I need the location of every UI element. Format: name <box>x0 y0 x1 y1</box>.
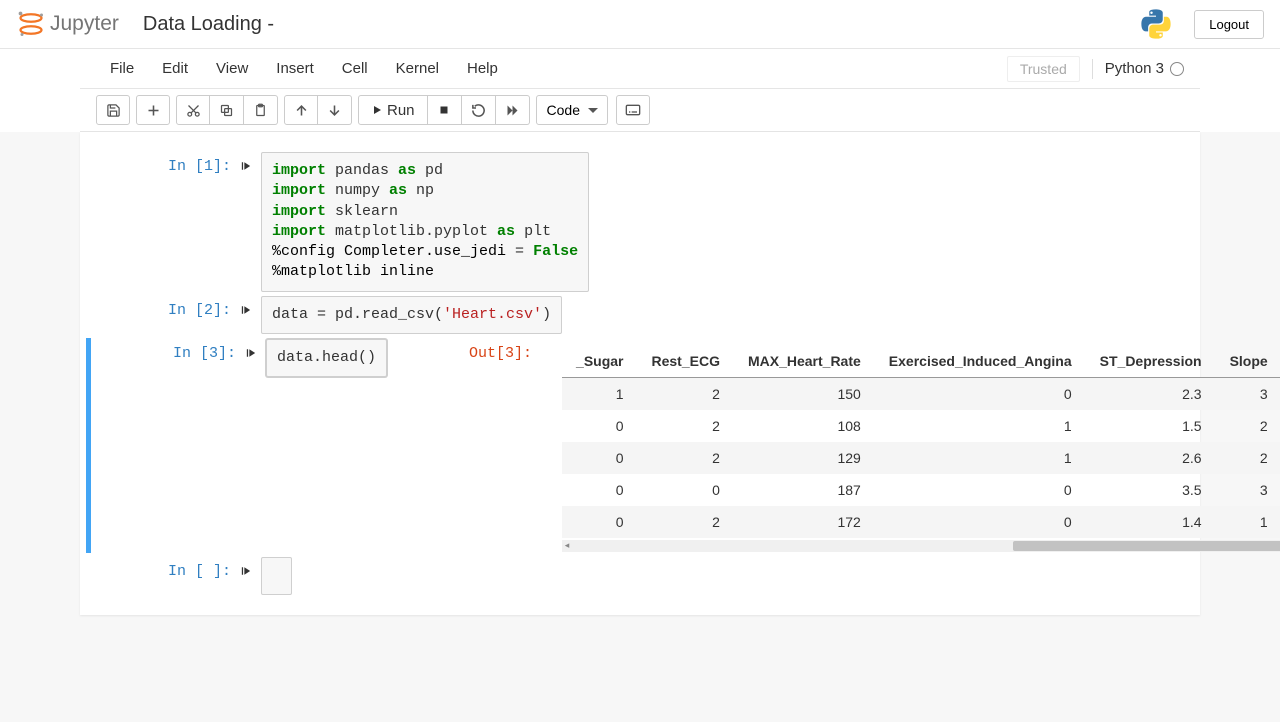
menu-view[interactable]: View <box>202 52 262 85</box>
dataframe-table: _SugarRest_ECGMAX_Heart_RateExercised_In… <box>562 345 1280 538</box>
table-cell: 2 <box>1216 410 1280 442</box>
restart-button[interactable] <box>462 95 496 125</box>
menu-cell[interactable]: Cell <box>328 52 382 85</box>
cell-type-select[interactable]: Code <box>536 95 608 125</box>
table-cell: 1.5 <box>1086 410 1216 442</box>
table-cell: 1 <box>875 442 1086 474</box>
copy-button[interactable] <box>210 95 244 125</box>
notebook-name[interactable]: Data Loading - <box>143 13 274 36</box>
table-cell: 2 <box>638 377 734 410</box>
command-palette-button[interactable] <box>616 95 650 125</box>
menubar: FileEditViewInsertCellKernelHelp Trusted… <box>80 49 1200 89</box>
kernel-name[interactable]: Python 3 <box>1105 60 1164 77</box>
run-cell-icon[interactable] <box>241 296 261 316</box>
table-cell: 0 <box>875 474 1086 506</box>
code-input[interactable]: data = pd.read_csv('Heart.csv') <box>261 296 562 334</box>
menu-help[interactable]: Help <box>453 52 512 85</box>
table-cell: 2 <box>638 442 734 474</box>
trusted-indicator[interactable]: Trusted <box>1007 56 1080 82</box>
python-logo-icon <box>1138 6 1174 42</box>
code-cell[interactable]: In [3]: data.head() Out[3]: _SugarRest_ECGM… <box>86 338 1194 553</box>
run-cell-icon[interactable] <box>241 557 261 577</box>
jupyter-logo[interactable]: Jupyter <box>16 9 133 39</box>
table-cell: 2.3 <box>1086 377 1216 410</box>
output-area: _SugarRest_ECGMAX_Heart_RateExercised_In… <box>562 339 1280 552</box>
table-header: Exercised_Induced_Angina <box>875 345 1086 378</box>
table-cell: 0 <box>562 442 637 474</box>
table-cell: 129 <box>734 442 875 474</box>
toolbar: Run Code <box>80 89 1200 132</box>
menu-kernel[interactable]: Kernel <box>382 52 453 85</box>
table-cell: 0 <box>562 410 637 442</box>
add-cell-button[interactable] <box>136 95 170 125</box>
table-cell: 1 <box>875 410 1086 442</box>
code-cell[interactable]: In [2]: data = pd.read_csv('Heart.csv') <box>86 296 1194 334</box>
interrupt-button[interactable] <box>428 95 462 125</box>
table-header: MAX_Heart_Rate <box>734 345 875 378</box>
notebook-container: In [1]: import pandas as pd import numpy … <box>0 132 1280 722</box>
output-prompt: Out[3]: <box>469 339 542 368</box>
code-input[interactable]: data.head() <box>266 339 387 377</box>
table-cell: 3.5 <box>1086 474 1216 506</box>
table-cell: 0 <box>875 506 1086 538</box>
table-header: Rest_ECG <box>638 345 734 378</box>
code-input[interactable] <box>261 557 292 595</box>
table-cell: 3 <box>1216 474 1280 506</box>
table-cell: 0 <box>638 474 734 506</box>
kernel-status-icon <box>1170 62 1184 76</box>
code-cell[interactable]: In [ ]: <box>86 557 1194 595</box>
paste-button[interactable] <box>244 95 278 125</box>
menu-edit[interactable]: Edit <box>148 52 202 85</box>
notebook-header: Jupyter Data Loading - Logout <box>0 0 1280 49</box>
table-header: _Sugar <box>562 345 637 378</box>
code-cell[interactable]: In [1]: import pandas as pd import numpy … <box>86 152 1194 292</box>
table-cell: 2 <box>638 410 734 442</box>
table-cell: 2 <box>1216 442 1280 474</box>
table-cell: 187 <box>734 474 875 506</box>
table-cell: 1 <box>1216 506 1280 538</box>
code-input[interactable]: import pandas as pd import numpy as np i… <box>261 152 589 292</box>
menu-insert[interactable]: Insert <box>262 52 328 85</box>
horizontal-scrollbar[interactable]: ◂▸ <box>562 540 1280 552</box>
run-button[interactable]: Run <box>358 95 428 125</box>
move-up-button[interactable] <box>284 95 318 125</box>
table-cell: 0 <box>562 474 637 506</box>
table-header: Slope <box>1216 345 1280 378</box>
save-button[interactable] <box>96 95 130 125</box>
table-cell: 0 <box>562 506 637 538</box>
table-row: 0210811.52332 <box>562 410 1280 442</box>
run-cell-icon[interactable] <box>246 339 266 359</box>
table-cell: 2 <box>638 506 734 538</box>
table-cell: 0 <box>875 377 1086 410</box>
table-cell: 1 <box>562 377 637 410</box>
table-cell: 1.4 <box>1086 506 1216 538</box>
menu-file[interactable]: File <box>96 52 148 85</box>
table-header: ST_Depression <box>1086 345 1216 378</box>
table-cell: 150 <box>734 377 875 410</box>
table-row: 0217201.41030 <box>562 506 1280 538</box>
jupyter-logo-text: Jupyter <box>50 12 119 36</box>
run-cell-icon[interactable] <box>241 152 261 172</box>
divider <box>1092 59 1093 79</box>
input-prompt: In [3]: <box>173 339 246 368</box>
input-prompt: In [2]: <box>168 296 241 325</box>
input-prompt: In [ ]: <box>168 557 241 586</box>
table-cell: 172 <box>734 506 875 538</box>
table-row: 0018703.53030 <box>562 474 1280 506</box>
move-down-button[interactable] <box>318 95 352 125</box>
table-row: 1215002.33060 <box>562 377 1280 410</box>
logout-button[interactable]: Logout <box>1194 10 1264 39</box>
table-cell: 3 <box>1216 377 1280 410</box>
table-cell: 108 <box>734 410 875 442</box>
jupyter-logo-icon <box>16 9 46 39</box>
restart-run-all-button[interactable] <box>496 95 530 125</box>
table-cell: 2.6 <box>1086 442 1216 474</box>
input-prompt: In [1]: <box>168 152 241 181</box>
table-row: 0212912.62271 <box>562 442 1280 474</box>
run-label: Run <box>387 102 415 119</box>
cut-button[interactable] <box>176 95 210 125</box>
